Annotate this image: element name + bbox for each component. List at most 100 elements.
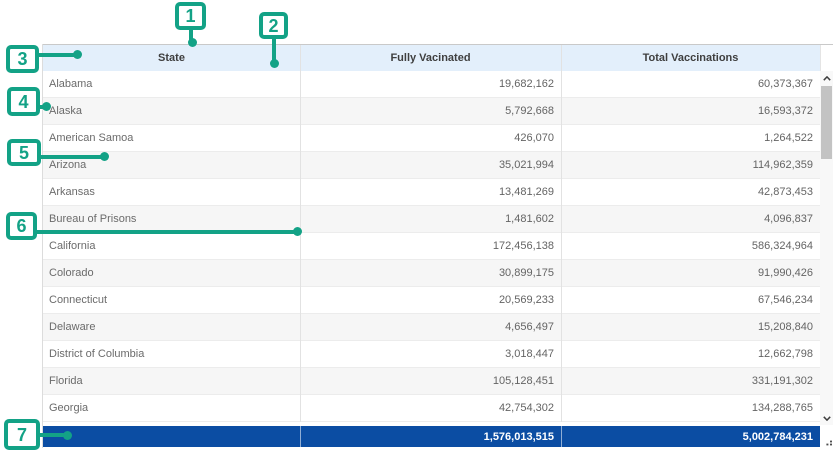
column-header-state[interactable]: State — [43, 45, 300, 71]
cell-fully-vaccinated: 4,656,497 — [300, 314, 561, 340]
annotation-marker-6-number: 6 — [16, 217, 26, 235]
cell-fully-vaccinated: 30,899,175 — [300, 260, 561, 286]
cell-fully-vaccinated: 20,569,233 — [300, 287, 561, 313]
cell-fully-vaccinated: 172,456,138 — [300, 233, 561, 259]
annotation-marker-6: 6 — [6, 212, 37, 240]
annotation-marker-1: 1 — [175, 2, 206, 30]
cell-total-vaccinations: 16,593,372 — [561, 98, 820, 124]
cell-fully-vaccinated: 1,481,602 — [300, 206, 561, 232]
table-row[interactable]: Florida105,128,451331,191,302 — [43, 368, 820, 395]
table-row[interactable]: Alaska5,792,66816,593,372 — [43, 98, 820, 125]
annotation-marker-7-dot — [63, 431, 72, 440]
scroll-down-button[interactable] — [820, 411, 833, 425]
total-fully-vaccinated: 1,576,013,515 — [300, 426, 561, 447]
grip-dot — [830, 444, 832, 446]
cell-state: California — [43, 233, 300, 259]
total-row-divider-1 — [300, 426, 301, 447]
annotation-marker-5: 5 — [7, 139, 41, 166]
annotation-marker-2: 2 — [259, 12, 288, 39]
annotation-marker-1-number: 1 — [185, 7, 195, 25]
annotation-marker-3: 3 — [6, 45, 39, 73]
total-total-vaccinations: 5,002,784,231 — [561, 426, 820, 447]
total-row-divider-2 — [561, 426, 562, 447]
annotation-marker-5-stem — [40, 155, 103, 159]
annotation-marker-2-stem — [272, 38, 276, 61]
cell-state: Bureau of Prisons — [43, 206, 300, 232]
cell-state: Alabama — [43, 71, 300, 97]
table-row[interactable]: Bureau of Prisons1,481,6024,096,837 — [43, 206, 820, 233]
annotation-marker-5-dot — [100, 152, 109, 161]
annotation-marker-3-stem — [38, 53, 76, 57]
cell-state: Alaska — [43, 98, 300, 124]
column-header-fully-vaccinated[interactable]: Fully Vacinated — [300, 45, 561, 71]
cell-fully-vaccinated: 426,070 — [300, 125, 561, 151]
cell-state: Connecticut — [43, 287, 300, 313]
cell-state: Colorado — [43, 260, 300, 286]
table-row[interactable]: District of Columbia3,018,44712,662,798 — [43, 341, 820, 368]
annotation-marker-5-number: 5 — [19, 144, 29, 162]
table-row[interactable]: Georgia42,754,302134,288,765 — [43, 395, 820, 422]
cell-total-vaccinations: 60,373,367 — [561, 71, 820, 97]
table-row[interactable]: California172,456,138586,324,964 — [43, 233, 820, 260]
annotation-marker-4: 4 — [7, 87, 40, 116]
annotation-marker-2-number: 2 — [268, 17, 278, 35]
column-divider-2 — [561, 45, 562, 422]
grip-dot — [826, 444, 828, 446]
chevron-down-path — [823, 416, 829, 419]
cell-total-vaccinations: 42,873,453 — [561, 179, 820, 205]
cell-state: Delaware — [43, 314, 300, 340]
table-row[interactable]: Delaware4,656,49715,208,840 — [43, 314, 820, 341]
resize-grip-icon — [825, 439, 833, 448]
cell-total-vaccinations: 67,546,234 — [561, 287, 820, 313]
vertical-scrollbar[interactable] — [820, 71, 833, 425]
cell-state: Georgia — [43, 395, 300, 421]
scroll-up-button[interactable] — [820, 71, 833, 85]
annotation-marker-6-dot — [293, 227, 302, 236]
scrollbar-thumb[interactable] — [821, 86, 832, 159]
chevron-up-path — [823, 76, 829, 79]
grip-dot — [830, 441, 832, 443]
annotation-marker-7: 7 — [4, 419, 40, 450]
cell-total-vaccinations: 12,662,798 — [561, 341, 820, 367]
annotation-marker-3-dot — [73, 50, 82, 59]
table-row[interactable]: Connecticut20,569,23367,546,234 — [43, 287, 820, 314]
cell-fully-vaccinated: 13,481,269 — [300, 179, 561, 205]
annotation-marker-4-dot — [42, 102, 51, 111]
table-total-row: 1,576,013,515 5,002,784,231 — [43, 426, 820, 447]
cell-state: Arkansas — [43, 179, 300, 205]
annotation-marker-7-number: 7 — [17, 426, 27, 444]
visual-resize-grip[interactable] — [825, 439, 833, 448]
cell-fully-vaccinated: 5,792,668 — [300, 98, 561, 124]
cell-fully-vaccinated: 105,128,451 — [300, 368, 561, 394]
cell-fully-vaccinated: 42,754,302 — [300, 395, 561, 421]
table-header-row: State Fully Vacinated Total Vaccinations — [43, 45, 820, 71]
cell-fully-vaccinated: 35,021,994 — [300, 152, 561, 178]
table-row[interactable]: Alabama19,682,16260,373,367 — [43, 71, 820, 98]
annotation-marker-4-number: 4 — [18, 93, 28, 111]
chevron-down-icon — [823, 416, 831, 421]
table-row[interactable]: American Samoa426,0701,264,522 — [43, 125, 820, 152]
annotation-marker-2-dot — [270, 59, 279, 68]
cell-total-vaccinations: 15,208,840 — [561, 314, 820, 340]
cell-fully-vaccinated: 3,018,447 — [300, 341, 561, 367]
cell-fully-vaccinated: 19,682,162 — [300, 71, 561, 97]
cell-total-vaccinations: 331,191,302 — [561, 368, 820, 394]
table-visual-screenshot: State Fully Vacinated Total Vaccinations… — [0, 0, 833, 453]
cell-state: District of Columbia — [43, 341, 300, 367]
cell-total-vaccinations: 114,962,359 — [561, 152, 820, 178]
cell-state: American Samoa — [43, 125, 300, 151]
annotation-marker-6-stem — [36, 230, 296, 234]
cell-total-vaccinations: 586,324,964 — [561, 233, 820, 259]
table-row[interactable]: Arizona35,021,994114,962,359 — [43, 152, 820, 179]
cell-state: Florida — [43, 368, 300, 394]
cell-total-vaccinations: 4,096,837 — [561, 206, 820, 232]
cell-total-vaccinations: 134,288,765 — [561, 395, 820, 421]
column-header-total-vaccinations[interactable]: Total Vaccinations — [561, 45, 820, 71]
table-body: Alabama19,682,16260,373,367Alaska5,792,6… — [43, 71, 820, 425]
table-row[interactable]: Colorado30,899,17591,990,426 — [43, 260, 820, 287]
annotation-marker-1-dot — [188, 38, 197, 47]
table-row[interactable]: Arkansas13,481,26942,873,453 — [43, 179, 820, 206]
chevron-up-icon — [823, 76, 831, 81]
annotation-marker-3-number: 3 — [17, 50, 27, 68]
cell-total-vaccinations: 91,990,426 — [561, 260, 820, 286]
